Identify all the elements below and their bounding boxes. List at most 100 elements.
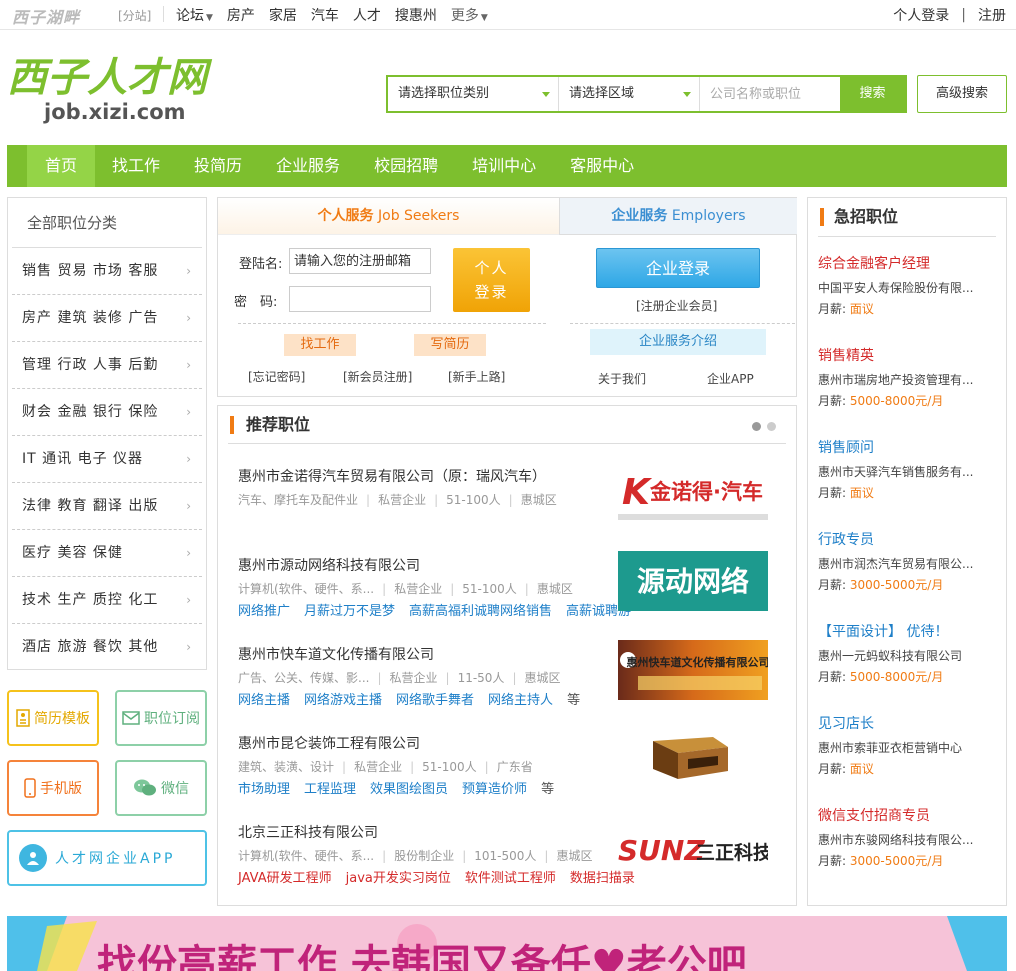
promo-banner[interactable]: 找份高薪工作 去韩国又备任♥老公吧 [7,916,1007,971]
top-link-forum[interactable]: 论坛 ▼ [176,5,213,25]
urgent-job-title[interactable]: 销售精英 [818,345,998,369]
urgent-job-title[interactable]: 【平面设计】 优待！ [818,621,998,645]
personal-login-link[interactable]: 个人登录 [893,5,949,25]
job-link[interactable]: 网络推广 [238,604,290,619]
company-name[interactable]: 惠州市金诺得汽车贸易有限公司（原：瑞风汽车） [238,466,618,488]
category-row[interactable]: 法律 教育 翻译 出版 › [12,483,202,530]
nav-find-job[interactable]: 找工作 [95,145,177,187]
job-link[interactable]: 网络歌手舞者 [396,693,474,708]
newbie-link[interactable]: [新手上路] [448,368,505,385]
site-mini-logo[interactable]: 西子湖畔 [12,4,80,28]
urgent-job-company[interactable]: 惠州市润杰汽车贸易有限公... [818,553,998,574]
company-name[interactable]: 惠州市源动网络科技有限公司 [238,555,618,577]
enterprise-app-link[interactable]: 企业APP [707,370,754,387]
register-link[interactable]: 注册 [978,5,1006,25]
region-select[interactable]: 请选择区域 [559,77,700,111]
top-link-house[interactable]: 房产 [227,5,255,25]
advanced-search-button[interactable]: 高级搜索 [917,75,1007,113]
branch-link[interactable]: [分站] [118,7,151,24]
job-link[interactable]: 网络主持人 [488,693,553,708]
urgent-job-company[interactable]: 惠州市索菲亚衣柜营销中心 [818,737,998,758]
company-logo[interactable] [618,729,768,789]
job-link[interactable]: 预算造价师 [462,782,527,797]
job-link[interactable]: 高薪高福利诚聘网络销售 [409,604,552,619]
urgent-job-item: 微信支付招商专员 惠州市东骏网络科技有限公... 月薪: 3000-5000元/月 [818,805,998,870]
carousel-dot[interactable] [752,422,761,431]
urgent-job-company[interactable]: 惠州一元蚂蚁科技有限公司 [818,645,998,666]
job-link[interactable]: JAVA研发工程师 [238,871,332,886]
company-logo[interactable]: 源动网络 [618,551,768,611]
nav-submit-resume[interactable]: 投简历 [177,145,259,187]
job-category-select[interactable]: 请选择职位类别 [388,77,559,111]
company-item: 北京三正科技有限公司 计算机(软件、硬件、系... | 股份制企业 | 101-500人… [238,822,635,888]
urgent-job-title[interactable]: 综合金融客户经理 [818,253,998,277]
enterprise-service-title: 企业服务 [611,208,668,224]
find-job-tag[interactable]: 找工作 [284,334,356,356]
job-link[interactable]: 效果图绘图员 [370,782,448,797]
job-link[interactable]: 网络主播 [238,693,290,708]
company-name[interactable]: 惠州市昆仑装饰工程有限公司 [238,733,618,755]
company-logo[interactable]: K 金诺得·汽车 [618,464,768,524]
category-row[interactable]: 技术 生产 质控 化工 › [12,577,202,624]
category-row[interactable]: IT 通讯 电子 仪器 › [12,436,202,483]
resume-template-button[interactable]: 简历模板 [7,690,99,746]
category-row[interactable]: 销售 贸易 市场 客服 › [12,248,202,295]
top-link-more[interactable]: 更多 ▼ [451,5,488,25]
urgent-job-company[interactable]: 惠州市瑞房地产投资管理有... [818,369,998,390]
enterprise-service-tab[interactable]: 企业服务 Employers [559,198,797,235]
enterprise-intro-button[interactable]: 企业服务介绍 [590,329,766,355]
job-link[interactable]: 市场助理 [238,782,290,797]
wechat-button[interactable]: 微信 [115,760,207,816]
top-link-search-huizhou[interactable]: 搜惠州 [395,5,437,25]
category-row[interactable]: 医疗 美容 保健 › [12,530,202,577]
urgent-job-title[interactable]: 微信支付招商专员 [818,805,998,829]
job-link[interactable]: 软件测试工程师 [465,871,556,886]
urgent-job-title[interactable]: 销售顾问 [818,437,998,461]
job-link[interactable]: 月薪过万不是梦 [304,604,395,619]
company-logo[interactable]: 惠州快车道文化传播有限公司 [618,640,770,700]
enterprise-service-subtitle: Employers [671,208,746,224]
nav-campus[interactable]: 校园招聘 [357,145,455,187]
personal-service-tab[interactable]: 个人服务 Job Seekers [218,198,559,235]
category-row[interactable]: 管理 行政 人事 后勤 › [12,342,202,389]
recommended-jobs-panel: 推荐职位 惠州市金诺得汽车贸易有限公司（原：瑞风汽车） 汽车、摩托车及配件业 | 私… [217,405,797,906]
nav-home[interactable]: 首页 [27,145,96,187]
job-subscribe-button[interactable]: 职位订阅 [115,690,207,746]
nav-enterprise[interactable]: 企业服务 [259,145,357,187]
forgot-password-link[interactable]: [忘记密码] [248,368,305,385]
carousel-dot[interactable] [767,422,776,431]
enterprise-login-button[interactable]: 企业登录 [596,248,760,288]
urgent-job-title[interactable]: 行政专员 [818,529,998,553]
job-link[interactable]: 网络游戏主播 [304,693,382,708]
job-link[interactable]: 工程监理 [304,782,356,797]
password-input[interactable] [289,286,431,312]
urgent-job-company[interactable]: 惠州市天驿汽车销售服务有... [818,461,998,482]
username-input[interactable] [289,248,431,274]
category-row[interactable]: 酒店 旅游 餐饮 其他 › [12,624,202,671]
nav-training[interactable]: 培训中心 [455,145,553,187]
top-link-home[interactable]: 家居 [269,5,297,25]
top-link-car[interactable]: 汽车 [311,5,339,25]
category-row[interactable]: 房产 建筑 装修 广告 › [12,295,202,342]
urgent-job-title[interactable]: 见习店长 [818,713,998,737]
search-button[interactable]: 搜索 [840,77,905,111]
new-member-link[interactable]: [新会员注册] [343,368,412,385]
mobile-version-button[interactable]: 手机版 [7,760,99,816]
urgent-job-company[interactable]: 中国平安人寿保险股份有限... [818,277,998,298]
write-resume-tag[interactable]: 写简历 [414,334,486,356]
personal-login-button[interactable]: 个人 登录 [453,248,530,312]
urgent-job-company[interactable]: 惠州市东骏网络科技有限公... [818,829,998,850]
about-us-link[interactable]: 关于我们 [598,370,646,387]
category-row[interactable]: 财会 金融 银行 保险 › [12,389,202,436]
company-name[interactable]: 北京三正科技有限公司 [238,822,618,844]
brand-logo[interactable]: 西子人才网 [7,56,207,100]
company-logo[interactable]: SUNZ 三正科技 [618,820,773,880]
company-name[interactable]: 惠州市快车道文化传播有限公司 [238,644,618,666]
enterprise-app-button[interactable]: 人才网企业APP [7,830,207,886]
keyword-input[interactable] [700,77,840,111]
phone-icon [24,778,36,798]
top-link-talent[interactable]: 人才 [353,5,381,25]
job-link[interactable]: java开发实习岗位 [346,871,451,886]
nav-service[interactable]: 客服中心 [553,145,651,187]
enterprise-register-link[interactable]: [注册企业会员] [636,297,717,314]
